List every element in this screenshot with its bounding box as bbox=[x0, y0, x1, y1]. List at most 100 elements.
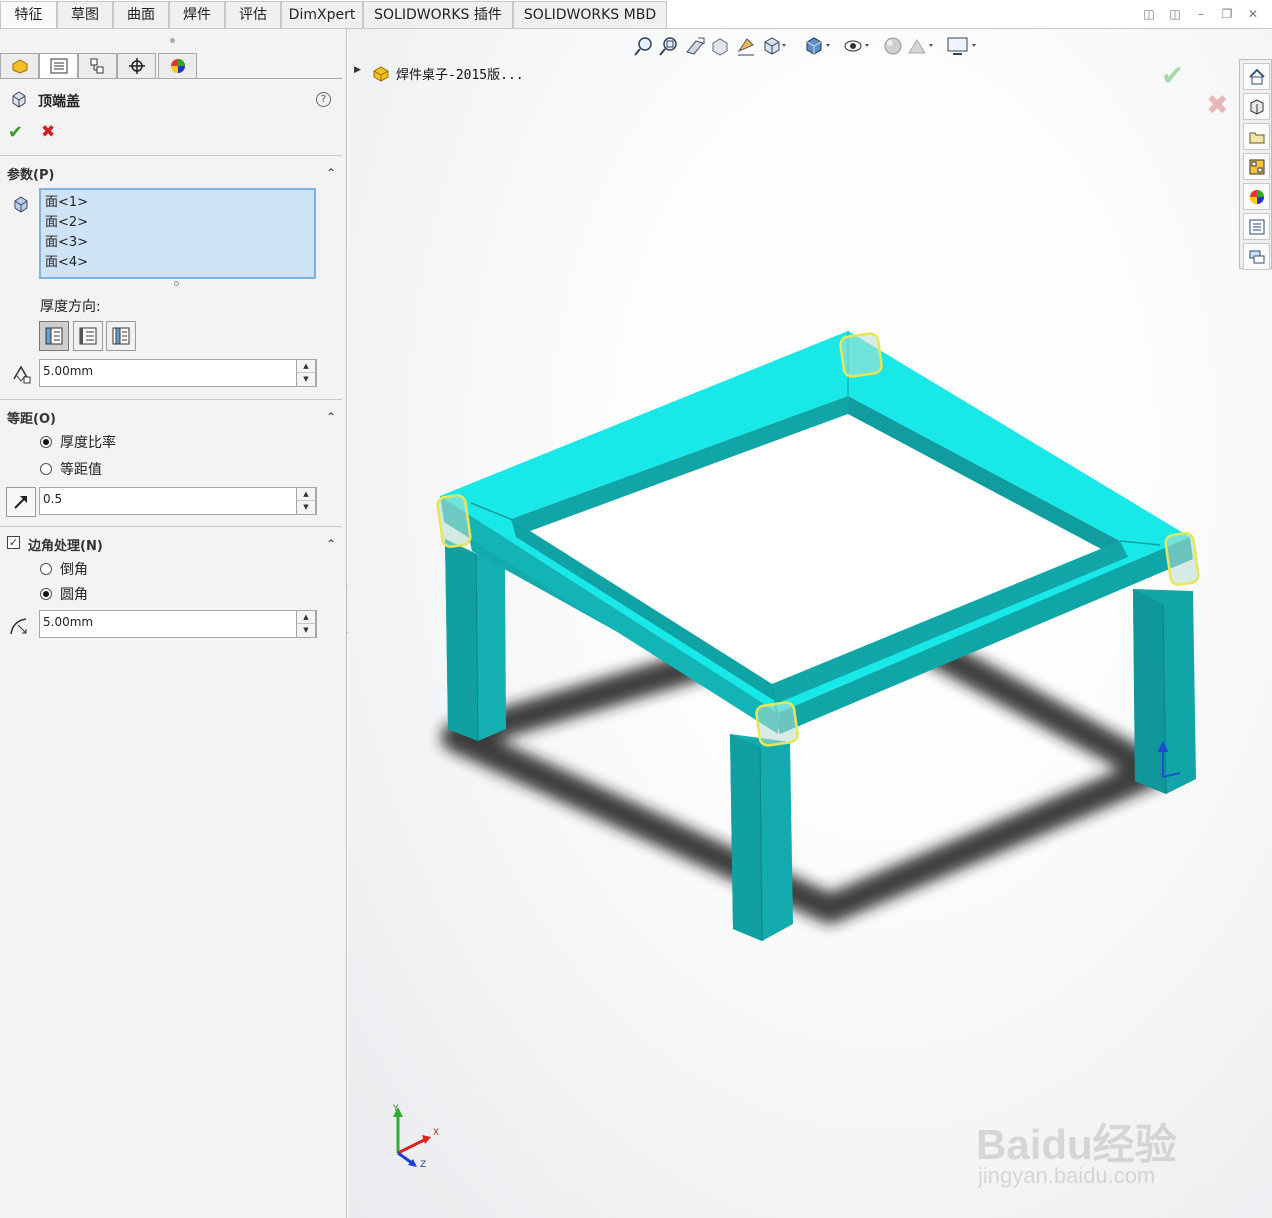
command-manager-tabs: 特征 草图 曲面 焊件 评估 DimXpert SOLIDWORKS 插件 SO… bbox=[0, 0, 1272, 30]
restore-icon[interactable]: ❐ bbox=[1219, 6, 1235, 22]
frame-top bbox=[440, 331, 1193, 734]
collapse-icon[interactable]: ⌃ bbox=[326, 166, 336, 180]
fillet-radio[interactable] bbox=[40, 588, 52, 600]
property-manager-panel: 顶端盖 ? ✔ ✖ 参数(P) ⌃ 面<1> 面<2> 面<3> 面<4> 厚度… bbox=[0, 29, 347, 1218]
task-pane-view-palette[interactable] bbox=[1243, 153, 1270, 180]
minimize-icon[interactable]: – bbox=[1193, 6, 1209, 22]
appearances-icon bbox=[1250, 190, 1264, 204]
list-item[interactable]: 面<1> bbox=[45, 191, 310, 211]
weldment-table-model[interactable] bbox=[348, 29, 1272, 1218]
task-pane-resources[interactable] bbox=[1243, 93, 1270, 120]
list-item[interactable]: 面<4> bbox=[45, 251, 310, 271]
configuration-manager-icon bbox=[90, 58, 104, 74]
tab-evaluate[interactable]: 评估 bbox=[225, 1, 281, 28]
tab-configuration-manager[interactable] bbox=[78, 53, 117, 79]
reverse-direction-button[interactable] bbox=[6, 487, 36, 517]
triad-x-label: X bbox=[433, 1128, 440, 1138]
task-pane bbox=[1239, 59, 1272, 270]
triad-y-label: Y bbox=[393, 1104, 399, 1114]
parameters-section-title: 参数(P) bbox=[7, 168, 55, 183]
list-item[interactable]: 面<3> bbox=[45, 231, 310, 251]
forum-icon bbox=[1249, 250, 1265, 264]
corner-treatment-section-header[interactable]: ✓ 边角处理(N) ⌃ bbox=[0, 534, 342, 558]
task-pane-custom-properties[interactable] bbox=[1243, 213, 1270, 240]
offset-value-label: 等距值 bbox=[60, 462, 102, 478]
property-manager-icon bbox=[50, 58, 68, 74]
crosshair-icon bbox=[129, 58, 145, 74]
list-item[interactable]: 面<2> bbox=[45, 211, 310, 231]
graphics-area[interactable]: ▶ 焊件桌子-2015版... ✔ ✖ Y X Z Baidu经验 jingya… bbox=[348, 29, 1272, 1218]
appearance-icon bbox=[171, 59, 185, 73]
leg-front bbox=[730, 734, 793, 942]
view-palette-icon bbox=[1249, 159, 1265, 175]
tab-display-manager[interactable] bbox=[158, 53, 197, 79]
tile-right-icon[interactable]: ◫ bbox=[1167, 6, 1183, 22]
custom-properties-icon bbox=[1249, 219, 1265, 235]
tab-feature-manager[interactable] bbox=[0, 53, 39, 79]
thickness-ratio-radio[interactable] bbox=[40, 436, 52, 448]
collapse-icon[interactable]: ⌃ bbox=[326, 410, 336, 424]
splitter-handle[interactable] bbox=[170, 38, 175, 43]
thickness-icon bbox=[13, 365, 31, 384]
end-cap-feature-icon bbox=[12, 91, 26, 108]
thickness-outward-button[interactable] bbox=[39, 321, 69, 351]
fillet-radius-input[interactable]: 5.00mm bbox=[39, 610, 317, 638]
corner-treatment-checkbox[interactable]: ✓ bbox=[7, 536, 20, 549]
reverse-direction-icon bbox=[14, 496, 27, 509]
fillet-radius-icon bbox=[10, 618, 27, 635]
corner-treatment-title: 边角处理(N) bbox=[28, 539, 103, 554]
cancel-button[interactable]: ✖ bbox=[41, 122, 55, 142]
fillet-label: 圆角 bbox=[60, 587, 88, 603]
task-pane-home[interactable] bbox=[1243, 63, 1270, 90]
tab-sketch[interactable]: 草图 bbox=[57, 1, 113, 28]
face-selection-icon bbox=[14, 196, 28, 213]
task-pane-forum[interactable] bbox=[1243, 243, 1270, 270]
page-title: 顶端盖 bbox=[38, 94, 80, 110]
thickness-ratio-label: 厚度比率 bbox=[60, 435, 116, 451]
list-resize-handle[interactable] bbox=[174, 281, 179, 286]
thickness-outward-icon bbox=[45, 327, 63, 345]
leg-left bbox=[445, 539, 506, 742]
thickness-internal-icon bbox=[112, 327, 130, 345]
chamfer-label: 倒角 bbox=[60, 562, 88, 578]
thickness-input[interactable]: 5.00mm bbox=[39, 359, 317, 387]
close-icon[interactable]: ✕ bbox=[1245, 6, 1261, 22]
tab-solidworks-addins[interactable]: SOLIDWORKS 插件 bbox=[363, 1, 513, 28]
thickness-internal-button[interactable] bbox=[106, 321, 136, 351]
offset-section-header[interactable]: 等距(O) ⌃ bbox=[0, 407, 342, 431]
watermark: Baidu经验 jingyan.baidu.com bbox=[976, 1083, 1212, 1193]
ok-button[interactable]: ✔ bbox=[8, 122, 23, 143]
tab-dimxpert-manager[interactable] bbox=[117, 53, 156, 79]
tab-weldments[interactable]: 焊件 bbox=[169, 1, 225, 28]
tab-dimxpert[interactable]: DimXpert bbox=[281, 1, 363, 28]
thickness-stepper[interactable]: ▲ ▼ bbox=[296, 359, 316, 387]
faces-selection-list[interactable]: 面<1> 面<2> 面<3> 面<4> bbox=[39, 188, 316, 279]
fillet-radius-stepper[interactable]: ▲ ▼ bbox=[296, 610, 316, 638]
chamfer-radio[interactable] bbox=[40, 563, 52, 575]
thickness-inward-button[interactable] bbox=[73, 321, 103, 351]
tab-property-manager[interactable] bbox=[39, 53, 78, 79]
offset-value-radio[interactable] bbox=[40, 463, 52, 475]
help-icon[interactable]: ? bbox=[316, 92, 331, 107]
triad-z-label: Z bbox=[420, 1160, 427, 1170]
parameters-section-header[interactable]: 参数(P) ⌃ bbox=[0, 163, 342, 187]
folder-icon bbox=[1249, 132, 1265, 144]
offset-section-title: 等距(O) bbox=[7, 412, 56, 427]
tab-surfaces[interactable]: 曲面 bbox=[113, 1, 169, 28]
collapse-icon[interactable]: ⌃ bbox=[326, 537, 336, 551]
task-pane-appearances[interactable] bbox=[1243, 183, 1270, 210]
tile-left-icon[interactable]: ◫ bbox=[1141, 6, 1157, 22]
tab-features[interactable]: 特征 bbox=[0, 1, 57, 28]
thickness-inward-icon bbox=[79, 327, 97, 345]
tab-solidworks-mbd[interactable]: SOLIDWORKS MBD bbox=[513, 1, 667, 28]
task-pane-file-explorer[interactable] bbox=[1243, 123, 1270, 150]
home-icon bbox=[1249, 68, 1265, 85]
feature-manager-icon bbox=[12, 59, 28, 74]
reference-triad bbox=[393, 1107, 431, 1167]
offset-ratio-input[interactable]: 0.5 bbox=[39, 487, 317, 515]
thickness-direction-label: 厚度方向: bbox=[40, 299, 101, 315]
watermark-sub: jingyan.baidu.com bbox=[978, 1163, 1156, 1188]
leg-right bbox=[1133, 589, 1196, 795]
part-library-icon bbox=[1250, 99, 1264, 115]
offset-ratio-stepper[interactable]: ▲ ▼ bbox=[296, 487, 316, 515]
